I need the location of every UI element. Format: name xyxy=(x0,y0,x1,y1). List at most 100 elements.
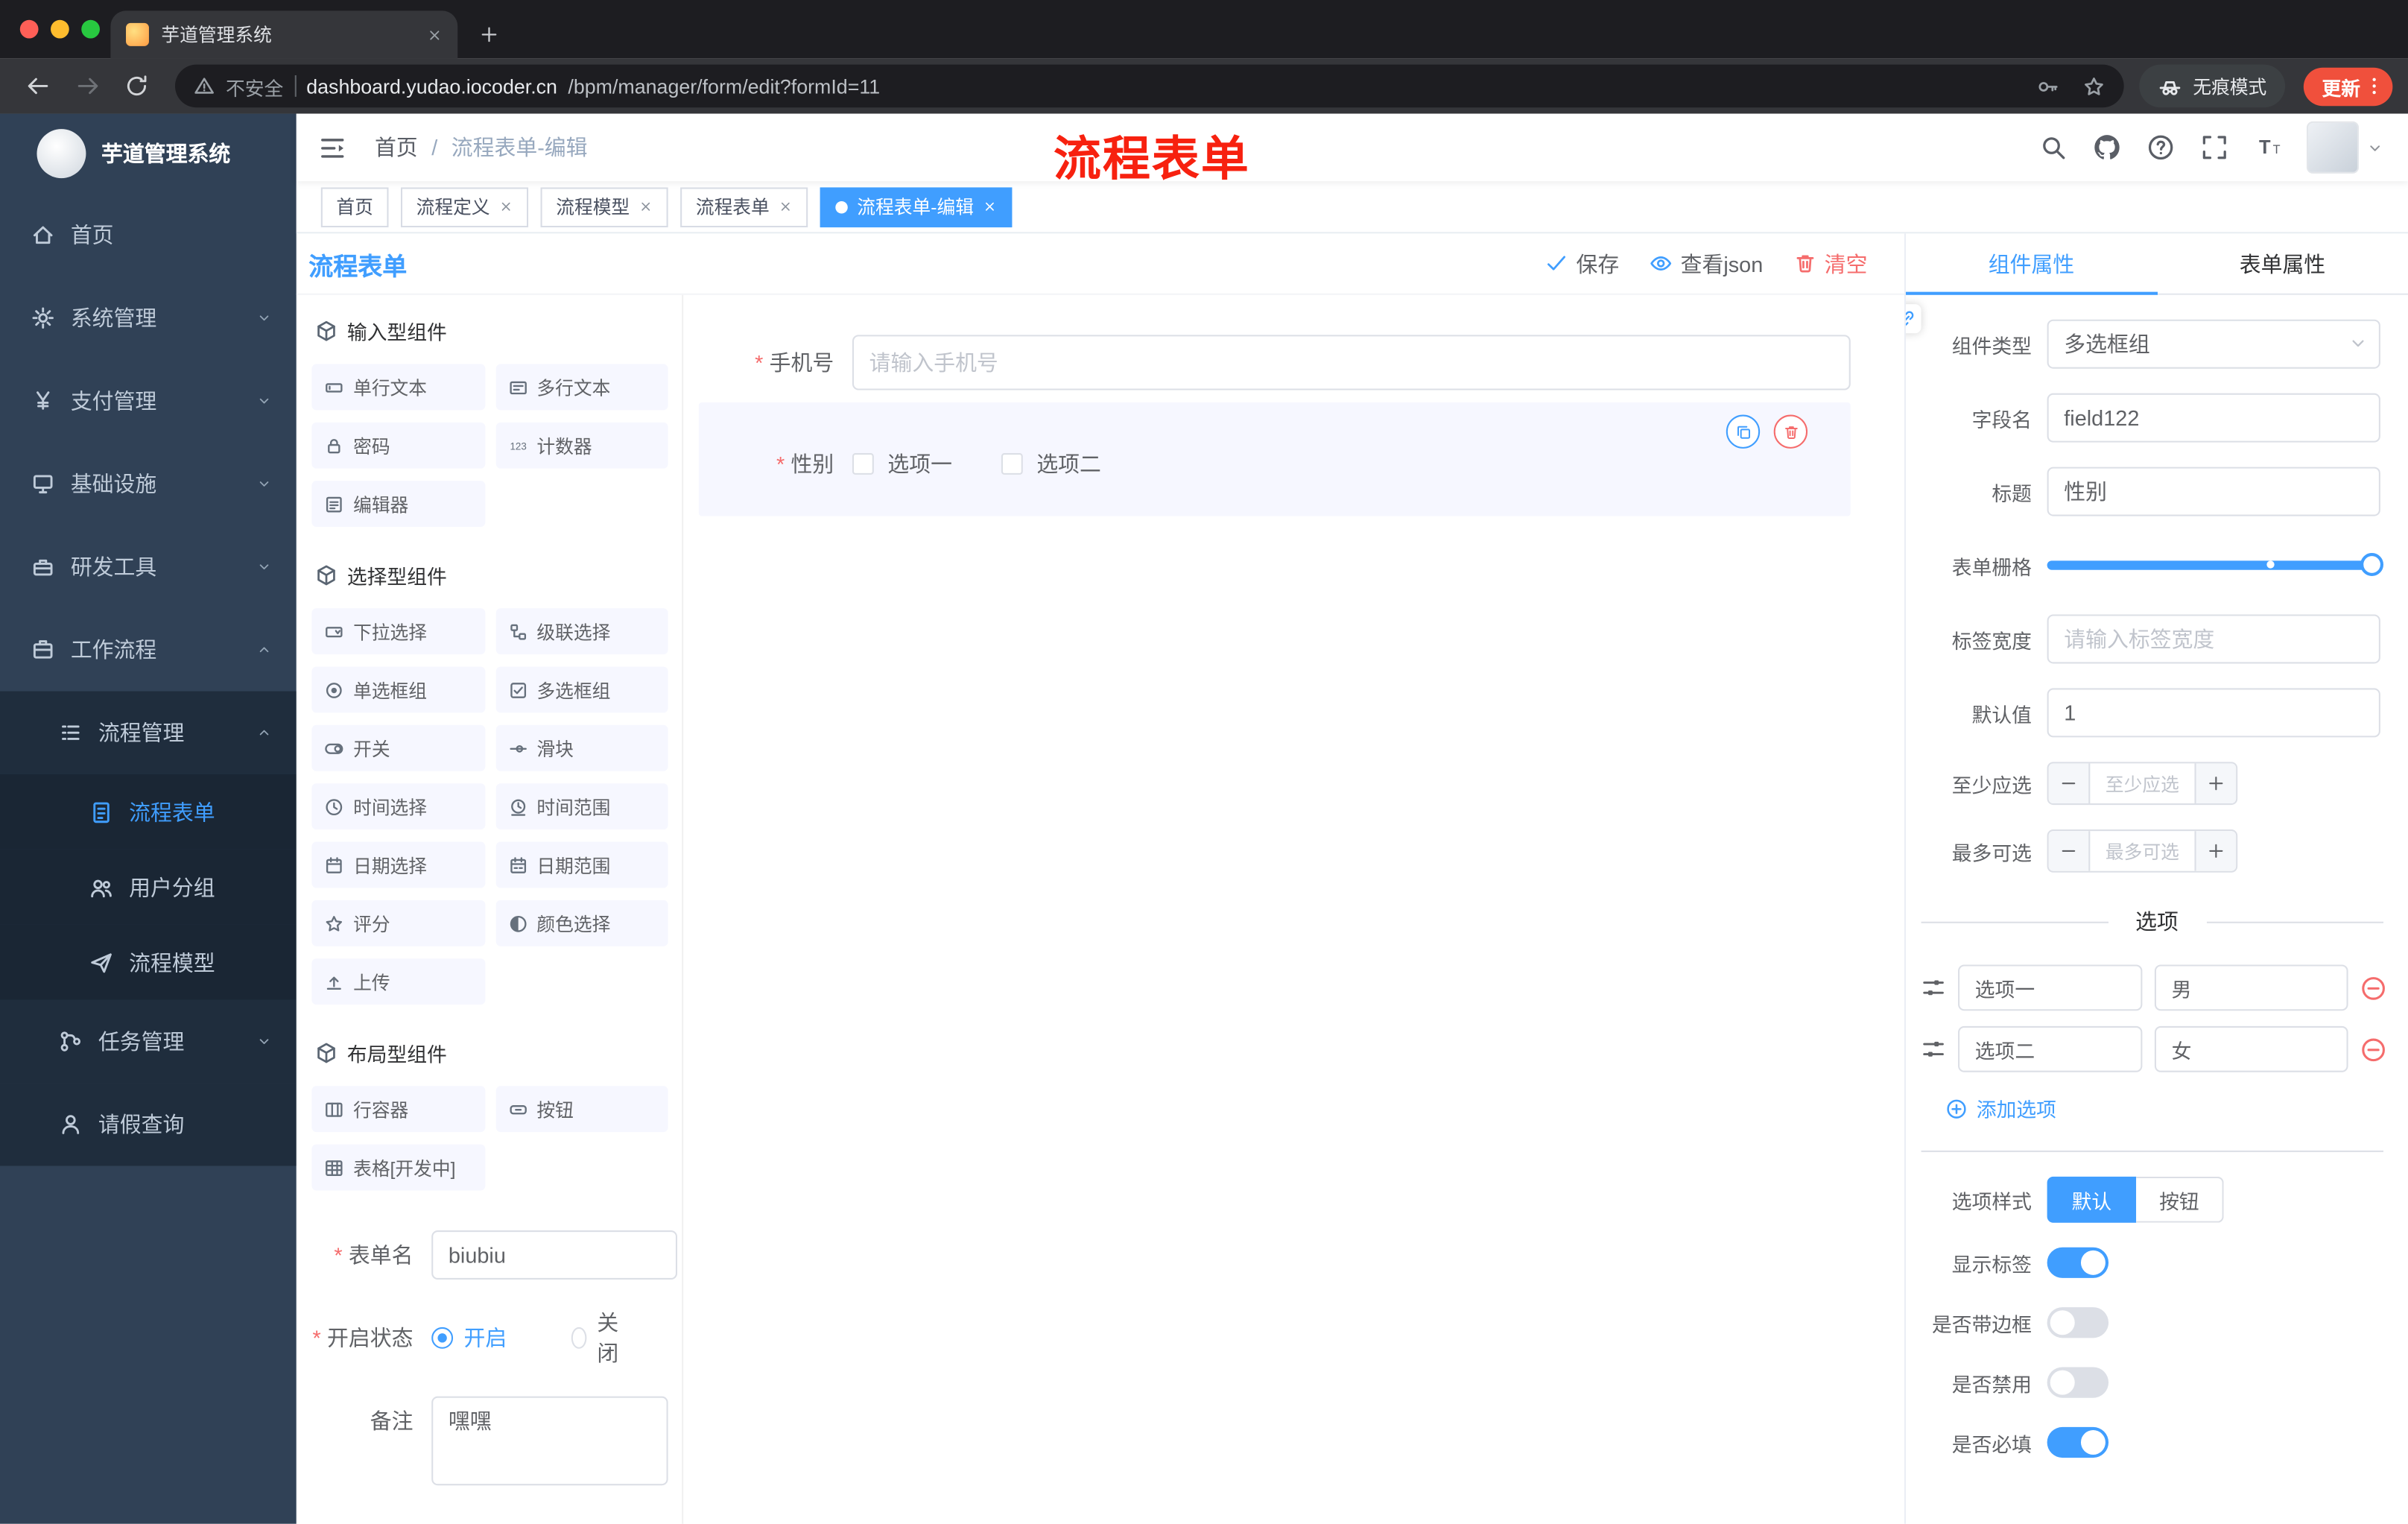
show-label-switch[interactable] xyxy=(2047,1247,2109,1278)
form-canvas[interactable]: 手机号 性别 选项一 xyxy=(683,295,1904,1524)
tab-close-icon[interactable] xyxy=(427,27,443,42)
address-bar[interactable]: 不安全 dashboard.yudao.iocoder.cn/bpm/manag… xyxy=(174,64,2124,108)
user-avatar[interactable] xyxy=(2306,121,2360,174)
title-input[interactable] xyxy=(2047,467,2380,516)
fullscreen-icon[interactable] xyxy=(2201,133,2228,161)
reload-button[interactable] xyxy=(114,74,160,98)
style-default-button[interactable]: 默认 xyxy=(2047,1176,2137,1223)
clear-button[interactable]: 清空 xyxy=(1794,248,1867,279)
browser-menu-icon[interactable] xyxy=(2363,75,2385,97)
sidebar-item-leave-query[interactable]: 请假查询 xyxy=(0,1083,297,1166)
form-name-input[interactable] xyxy=(431,1230,677,1280)
default-value-input[interactable] xyxy=(2047,688,2380,738)
max-select-placeholder[interactable]: 最多可选 xyxy=(2090,831,2194,871)
remove-option-icon[interactable] xyxy=(2360,975,2386,1001)
field-phone[interactable]: 手机号 xyxy=(699,335,1851,391)
gender-option-1[interactable]: 选项一 xyxy=(852,449,952,479)
new-tab-button[interactable] xyxy=(479,25,499,45)
component-cascader[interactable]: 级联选择 xyxy=(495,608,668,655)
sidebar-item-user-group[interactable]: 用户分组 xyxy=(0,849,297,925)
avatar-caret-icon[interactable] xyxy=(2366,139,2383,156)
component-password[interactable]: 密码 xyxy=(311,422,485,469)
border-switch[interactable] xyxy=(2047,1307,2109,1338)
github-icon[interactable] xyxy=(2093,133,2120,161)
status-radio-on[interactable]: 开启 xyxy=(431,1323,528,1353)
component-counter[interactable]: 123 计数器 xyxy=(495,422,668,469)
tag-close-icon[interactable] xyxy=(639,200,653,214)
sidebar-item-workflow[interactable]: 工作流程 xyxy=(0,608,297,691)
sidebar-item-home[interactable]: 首页 xyxy=(0,194,297,276)
label-width-input[interactable] xyxy=(2047,614,2380,664)
component-single-text[interactable]: 单行文本 xyxy=(311,364,485,411)
tag-close-icon[interactable] xyxy=(983,200,997,214)
component-type-select[interactable] xyxy=(2047,319,2380,369)
search-icon[interactable] xyxy=(2039,133,2067,161)
required-switch[interactable] xyxy=(2047,1426,2109,1458)
tag-close-icon[interactable] xyxy=(779,200,793,214)
drag-handle-icon[interactable] xyxy=(1921,1037,1946,1061)
back-button[interactable] xyxy=(16,74,62,98)
component-radio-group[interactable]: 单选框组 xyxy=(311,666,485,713)
tag-close-icon[interactable] xyxy=(499,200,513,214)
drag-handle-icon[interactable] xyxy=(1921,976,1946,1000)
checkbox-box[interactable] xyxy=(852,453,874,475)
add-option-button[interactable]: 添加选项 xyxy=(1946,1094,2408,1123)
status-radio-off[interactable]: 关闭 xyxy=(571,1307,625,1368)
browser-update-button[interactable]: 更新 xyxy=(2303,66,2393,106)
component-multiline-text[interactable]: 多行文本 xyxy=(495,364,668,411)
component-button[interactable]: 按钮 xyxy=(495,1086,668,1133)
phone-input[interactable] xyxy=(852,335,1851,391)
option-2-label-input[interactable] xyxy=(1958,1025,2143,1072)
decrease-button[interactable] xyxy=(2048,763,2091,804)
checkbox-box[interactable] xyxy=(1001,453,1023,475)
copy-widget-button[interactable] xyxy=(1726,414,1761,449)
tag-process-model[interactable]: 流程模型 xyxy=(540,186,668,227)
tag-process-form-edit[interactable]: 流程表单-编辑 xyxy=(820,186,1013,227)
tab-form-props[interactable]: 表单属性 xyxy=(2157,233,2408,293)
component-select[interactable]: 下拉选择 xyxy=(311,608,485,655)
option-2-value-input[interactable] xyxy=(2154,1025,2348,1072)
decrease-button[interactable] xyxy=(2048,831,2091,871)
gender-option-2[interactable]: 选项二 xyxy=(1001,449,1101,479)
tag-home[interactable]: 首页 xyxy=(320,186,389,227)
collapse-sidebar-icon[interactable] xyxy=(318,133,347,162)
security-warning-icon[interactable] xyxy=(194,75,215,97)
sidebar-item-infrastructure[interactable]: 基础设施 xyxy=(0,443,297,525)
component-date-range[interactable]: 日期范围 xyxy=(495,841,668,888)
min-select-placeholder[interactable]: 至少应选 xyxy=(2090,763,2194,803)
increase-button[interactable] xyxy=(2194,763,2237,804)
sidebar-item-process-management[interactable]: 流程管理 xyxy=(0,691,297,774)
link-icon[interactable] xyxy=(1905,304,1921,334)
slider-handle[interactable] xyxy=(2360,553,2384,576)
tab-component-props[interactable]: 组件属性 xyxy=(1905,233,2157,295)
browser-tab[interactable]: 芋道管理系统 xyxy=(110,10,458,59)
remove-option-icon[interactable] xyxy=(2360,1036,2386,1062)
component-slider[interactable]: 滑块 xyxy=(495,724,668,771)
close-window-button[interactable] xyxy=(19,19,39,39)
sidebar-item-payment[interactable]: 支付管理 xyxy=(0,359,297,442)
disabled-switch[interactable] xyxy=(2047,1367,2109,1398)
option-1-value-input[interactable] xyxy=(2154,964,2348,1011)
bookmark-star-icon[interactable] xyxy=(2082,75,2106,98)
sidebar-item-process-model[interactable]: 流程模型 xyxy=(0,924,297,1000)
increase-button[interactable] xyxy=(2194,831,2237,871)
remark-textarea[interactable]: 嘿嘿 xyxy=(431,1396,668,1486)
component-checkbox-group[interactable]: 多选框组 xyxy=(495,666,668,713)
breadcrumb-home[interactable]: 首页 xyxy=(375,132,418,162)
save-button[interactable]: 保存 xyxy=(1545,248,1619,279)
component-type-value[interactable] xyxy=(2047,319,2380,369)
component-rate[interactable]: 评分 xyxy=(311,899,485,946)
minimize-window-button[interactable] xyxy=(51,19,69,39)
component-switch[interactable]: 开关 xyxy=(311,724,485,771)
view-json-button[interactable]: 查看json xyxy=(1650,248,1763,279)
component-date-picker[interactable]: 日期选择 xyxy=(311,841,485,888)
sidebar-item-task-management[interactable]: 任务管理 xyxy=(0,999,297,1084)
tag-process-definition[interactable]: 流程定义 xyxy=(401,186,529,227)
component-editor[interactable]: 编辑器 xyxy=(311,481,485,527)
component-table[interactable]: 表格[开发中] xyxy=(311,1144,485,1191)
font-size-icon[interactable]: TT xyxy=(2255,133,2282,161)
component-upload[interactable]: 上传 xyxy=(311,958,485,1005)
widget-gender-selected[interactable]: 性别 选项一 选项二 xyxy=(698,402,1851,516)
component-time-picker[interactable]: 时间选择 xyxy=(311,783,485,830)
tag-process-form[interactable]: 流程表单 xyxy=(680,186,808,227)
